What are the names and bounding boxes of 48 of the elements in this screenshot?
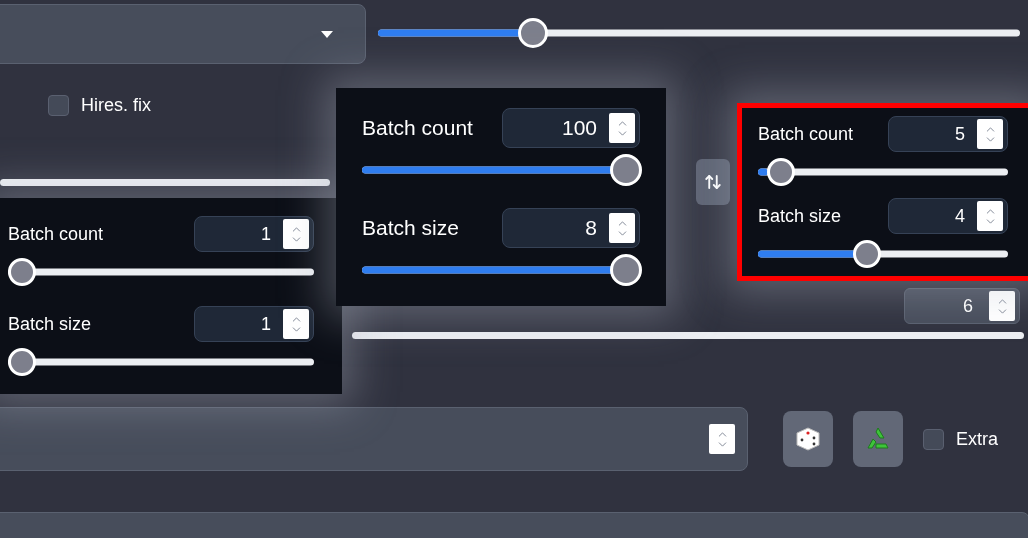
- recycle-button[interactable]: [853, 411, 903, 467]
- slider[interactable]: [758, 240, 1008, 268]
- number-value: 4: [955, 204, 965, 228]
- slider-label: Batch count: [8, 222, 104, 246]
- seed-field[interactable]: [0, 407, 748, 471]
- slider-label: Batch size: [362, 215, 459, 242]
- slider-thumb[interactable]: [766, 158, 795, 186]
- recycle-icon: [864, 426, 892, 452]
- number-field[interactable]: 100: [502, 108, 640, 148]
- slider-label: Batch count: [758, 122, 854, 146]
- number-value: 6: [963, 294, 973, 318]
- slider-thumb[interactable]: [8, 348, 36, 376]
- number-field[interactable]: 8: [502, 208, 640, 248]
- dice-button[interactable]: [783, 411, 833, 467]
- checkbox-label: Extra: [956, 427, 998, 451]
- swap-button[interactable]: [696, 159, 730, 205]
- slider-track[interactable]: [352, 331, 1024, 339]
- slider[interactable]: [758, 158, 1008, 186]
- number-value: 100: [561, 115, 597, 142]
- checkbox-label: Hires. fix: [81, 94, 151, 117]
- slider[interactable]: [378, 18, 1020, 48]
- number-field[interactable]: 5: [888, 116, 1008, 152]
- slider[interactable]: [8, 258, 314, 286]
- swap-icon: [704, 173, 722, 191]
- number-value: 1: [261, 222, 271, 246]
- number-field[interactable]: 6: [904, 288, 1020, 324]
- number-field[interactable]: 1: [194, 306, 314, 342]
- slider-label: Batch size: [758, 204, 842, 228]
- slider-track[interactable]: [0, 178, 330, 186]
- slider-label: Batch size: [8, 312, 92, 336]
- slider-label: Batch count: [362, 115, 473, 142]
- checkbox[interactable]: [48, 95, 69, 116]
- number-value: 1: [261, 312, 271, 336]
- number-field[interactable]: 4: [888, 198, 1008, 234]
- number-field[interactable]: 1: [194, 216, 314, 252]
- slider-thumb[interactable]: [610, 154, 642, 186]
- slider-thumb[interactable]: [610, 254, 642, 286]
- dice-icon: [795, 426, 821, 452]
- caret-icon: [321, 30, 333, 38]
- checkbox[interactable]: [923, 428, 944, 450]
- slider-thumb[interactable]: [8, 258, 36, 286]
- number-value: 8: [585, 215, 597, 242]
- slider-thumb[interactable]: [518, 18, 549, 48]
- slider[interactable]: [362, 254, 640, 286]
- slider-thumb[interactable]: [853, 240, 882, 268]
- slider[interactable]: [362, 154, 640, 186]
- slider[interactable]: [8, 348, 314, 376]
- number-value: 5: [955, 122, 965, 146]
